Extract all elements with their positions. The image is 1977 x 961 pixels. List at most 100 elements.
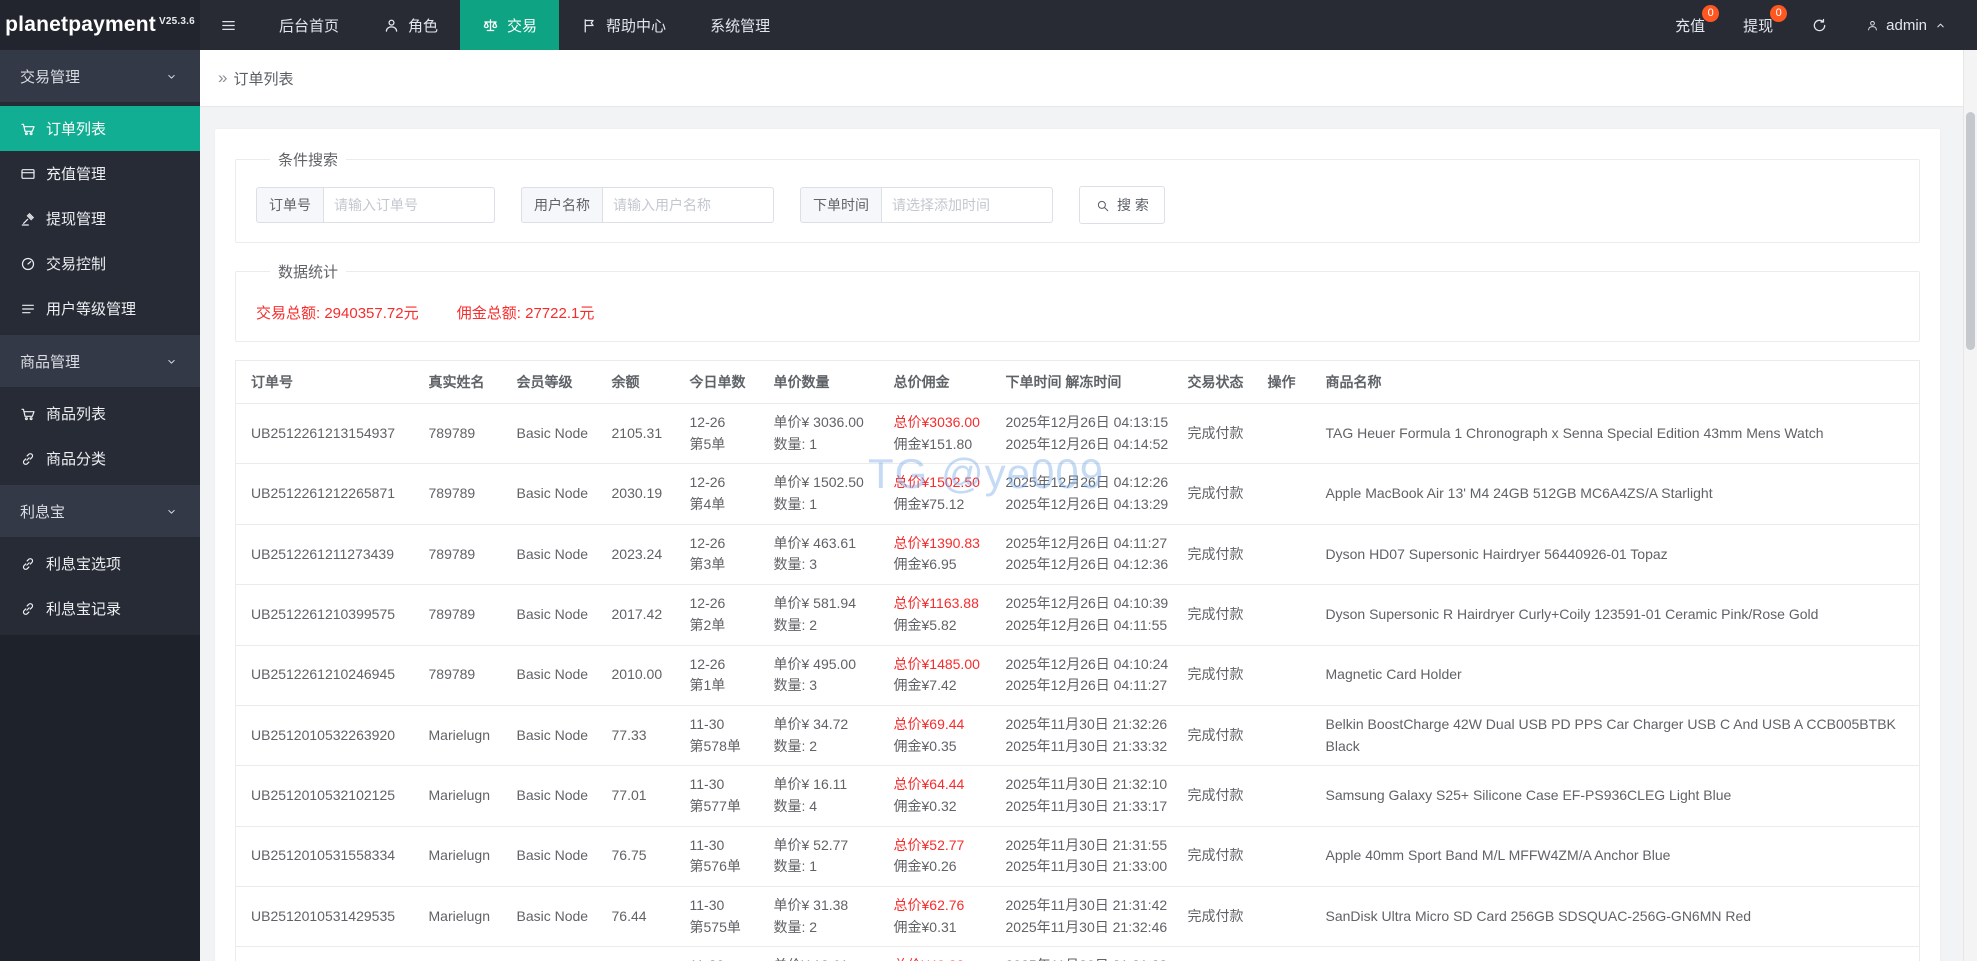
cell-product: Dyson HD07 Supersonic Hairdryer 56440926… bbox=[1317, 524, 1920, 586]
cell-action bbox=[1259, 524, 1318, 586]
cell-order-no: UB2512261210399575 bbox=[235, 584, 421, 646]
sidebar-item-order-list[interactable]: 订单列表 bbox=[0, 106, 200, 151]
cell-times: 2025年12月26日 04:13:15 2025年12月26日 04:14:52 bbox=[997, 403, 1180, 465]
sidebar-item-lixibao-records[interactable]: 利息宝记录 bbox=[0, 586, 200, 631]
stats-panel-legend: 数据统计 bbox=[278, 264, 339, 281]
cell-today-orders: 12-26 第1单 bbox=[681, 645, 766, 706]
cell-times: 2025年11月30日 21:31:282025年11月30日 21:32:33 bbox=[997, 946, 1180, 961]
cell-times: 2025年12月26日 04:11:27 2025年12月26日 04:12:36 bbox=[997, 524, 1180, 586]
cart-icon bbox=[21, 408, 35, 420]
nav-item-help-center[interactable]: 帮助中心 bbox=[559, 0, 688, 50]
cell-product: Belkin BoostCharge 42W Dual USB PD PPS C… bbox=[1317, 705, 1920, 767]
cell-product: Apple 40mm Sport Band M/L MFFW4ZM/A Anch… bbox=[1317, 826, 1920, 888]
sidebar: 交易管理 订单列表 充值管理 提现管理 交易控制 用户等级管理 商品管理 商品列表 商品分类利息… bbox=[0, 50, 200, 961]
cell-balance: 76.75 bbox=[603, 826, 682, 888]
cell-status: 完成付款 bbox=[1179, 765, 1260, 827]
cell-unit-price-qty: 单价¥ 52.77 数量: 1 bbox=[765, 826, 886, 888]
order-no-input[interactable] bbox=[323, 187, 495, 223]
main-area: » 订单列表 条件搜索 订单号 用户名称 下单时间 搜 索 数据统计 交易总额: 29… bbox=[200, 50, 1977, 961]
withdraw-button[interactable]: 提现 0 bbox=[1743, 4, 1788, 36]
cell-balance: 2105.31 bbox=[603, 403, 682, 465]
order-time-input[interactable] bbox=[881, 187, 1053, 223]
cell-total-commission: 总价¥3036.00 佣金¥151.80 bbox=[885, 403, 998, 465]
cell-order-no: UB2512010531558334 bbox=[235, 826, 421, 888]
sidebar-item-trade-control[interactable]: 交易控制 bbox=[0, 241, 200, 286]
nav-item-roles[interactable]: 角色 bbox=[361, 0, 460, 50]
sidebar-item-label: 利息宝记录 bbox=[46, 601, 122, 618]
cell-level: Basic Node bbox=[508, 886, 604, 948]
sidebar-group-lixibao[interactable]: 利息宝 bbox=[0, 485, 200, 537]
order-row: UB2512010531558334 Marielugn Basic Node 76.… bbox=[235, 826, 1920, 888]
sidebar-item-product-list[interactable]: 商品列表 bbox=[0, 391, 200, 436]
cell-total-commission: 总价¥69.44 佣金¥0.35 bbox=[885, 705, 998, 767]
navbar-right: 充值 0 提现 0 admin bbox=[1675, 0, 1977, 50]
sidebar-item-user-level-management[interactable]: 用户等级管理 bbox=[0, 286, 200, 331]
sidebar-item-product-category[interactable]: 商品分类 bbox=[0, 436, 200, 481]
cell-level: Basic Node bbox=[508, 765, 604, 827]
page-scrollbar[interactable] bbox=[1963, 50, 1977, 961]
recharge-button[interactable]: 充值 0 bbox=[1675, 4, 1720, 36]
cell-product: SanDisk Ultra Micro SD Card 256GB SDSQUA… bbox=[1317, 886, 1920, 948]
cell-today-orders: 12-26 第2单 bbox=[681, 584, 766, 646]
scrollbar-thumb[interactable] bbox=[1966, 112, 1975, 350]
cell-level: Basic Node bbox=[508, 645, 604, 706]
sidebar-item-withdraw-management[interactable]: 提现管理 bbox=[0, 196, 200, 241]
nav-item-system[interactable]: 系统管理 bbox=[688, 0, 792, 50]
cell-balance: 76.24 bbox=[603, 946, 682, 961]
cell-balance: 2010.00 bbox=[603, 645, 682, 706]
total-amount-label: 交易总额: bbox=[256, 305, 321, 322]
cell-status: 完成付款 bbox=[1179, 645, 1260, 706]
levels-icon bbox=[22, 304, 34, 313]
top-navbar: planetpayment V25.3.6 后台首页 角色 交易 帮助中心 系统管理 充… bbox=[0, 0, 1977, 50]
cell-level: Basic Node bbox=[508, 826, 604, 888]
search-button[interactable]: 搜 索 bbox=[1079, 186, 1165, 224]
cell-real-name: Marielugn bbox=[420, 886, 509, 948]
cell-order-no: UB2512010531283398 bbox=[235, 946, 421, 961]
cell-product: Cellularline Bounce Case Airpods 4 BOUNC… bbox=[1317, 946, 1920, 961]
cell-unit-price-qty: 单价¥ 3036.00 数量: 1 bbox=[765, 403, 886, 465]
chevron-down-icon bbox=[168, 359, 175, 364]
sidebar-toggle-button[interactable] bbox=[200, 0, 257, 50]
search-field-label: 订单号 bbox=[256, 187, 323, 223]
cell-action bbox=[1259, 886, 1318, 948]
sidebar-group-label: 利息宝 bbox=[20, 503, 66, 521]
page: planetpayment V25.3.6 后台首页 角色 交易 帮助中心 系统管理 充… bbox=[0, 0, 1977, 961]
link-icon bbox=[22, 602, 34, 615]
cell-real-name: Marielugn bbox=[420, 826, 509, 888]
chevron-down-icon bbox=[168, 74, 175, 79]
user-menu[interactable]: admin bbox=[1866, 17, 1947, 34]
sidebar-group-product-management[interactable]: 商品管理 bbox=[0, 335, 200, 387]
nav-item-label: 交易 bbox=[507, 17, 538, 35]
refresh-button[interactable] bbox=[1811, 17, 1828, 34]
cell-unit-price-qty: 单价¥ 16.11 数量: 4 bbox=[765, 765, 886, 827]
cell-level: Basic Node bbox=[508, 403, 604, 465]
column-header: 交易状态 bbox=[1179, 360, 1260, 404]
column-header: 真实姓名 bbox=[420, 360, 509, 404]
search-field-order-time: 下单时间 bbox=[800, 187, 1053, 223]
column-header: 下单时间 解冻时间 bbox=[997, 360, 1180, 404]
order-row: UB2512010532102125 Marielugn Basic Node 77.… bbox=[235, 765, 1920, 827]
user-name-input[interactable] bbox=[602, 187, 774, 223]
nav-item-trade[interactable]: 交易 bbox=[460, 0, 560, 50]
cell-level: Basic Node bbox=[508, 946, 604, 961]
cell-status: 完成付款 bbox=[1179, 705, 1260, 767]
sidebar-group-trade-management[interactable]: 交易管理 bbox=[0, 50, 200, 102]
nav-item-dashboard[interactable]: 后台首页 bbox=[257, 0, 361, 50]
scales-icon bbox=[483, 18, 498, 31]
column-header: 操作 bbox=[1259, 360, 1318, 404]
cell-order-no: UB2512261210246945 bbox=[235, 645, 421, 706]
gauge-icon bbox=[21, 257, 35, 270]
search-field-label: 用户名称 bbox=[521, 187, 602, 223]
cell-today-orders: 12-26 第5单 bbox=[681, 403, 766, 465]
sidebar-item-lixibao-options[interactable]: 利息宝选项 bbox=[0, 541, 200, 586]
stats-line: 交易总额: 2940357.72元 佣金总额: 27722.1元 bbox=[256, 298, 1899, 323]
cell-total-commission: 总价¥40.83佣金¥0.20 bbox=[885, 946, 998, 961]
column-header: 会员等级 bbox=[508, 360, 604, 404]
commission-total-label: 佣金总额: bbox=[456, 305, 521, 322]
cell-balance: 2030.19 bbox=[603, 463, 682, 525]
sidebar-item-recharge-management[interactable]: 充值管理 bbox=[0, 151, 200, 196]
cell-order-no: UB2512261213154937 bbox=[235, 403, 421, 465]
search-panel: 条件搜索 订单号 用户名称 下单时间 搜 索 bbox=[235, 149, 1920, 243]
recharge-label: 充值 bbox=[1675, 17, 1706, 35]
breadcrumb-icon: » bbox=[218, 68, 228, 87]
